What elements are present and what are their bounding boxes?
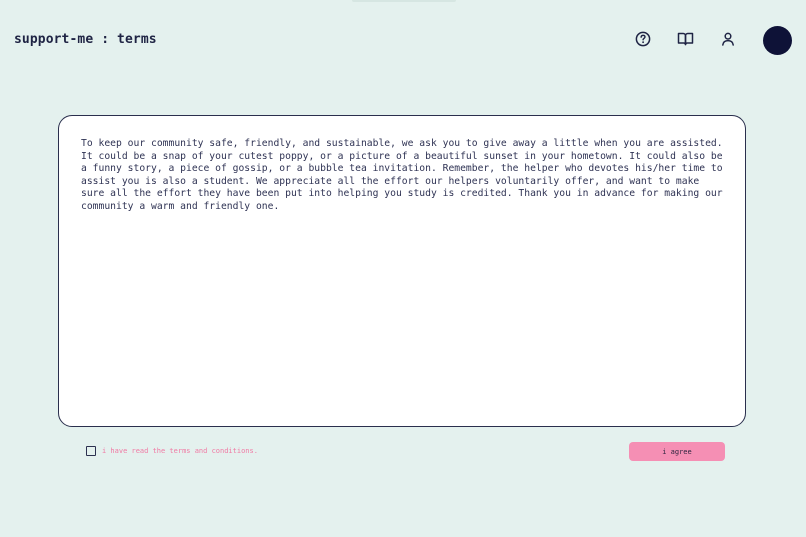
terms-checkbox[interactable] xyxy=(86,446,96,456)
docs-button[interactable] xyxy=(676,30,694,48)
help-icon xyxy=(635,31,651,47)
agree-button[interactable]: i agree xyxy=(629,442,725,461)
book-icon xyxy=(677,31,694,47)
top-edge-indicator xyxy=(352,0,456,2)
avatar[interactable] xyxy=(763,26,792,55)
terms-agreement-row: i have read the terms and conditions. xyxy=(86,446,258,456)
terms-panel: To keep our community safe, friendly, an… xyxy=(58,115,746,427)
page-title: support-me : terms xyxy=(14,32,157,47)
help-button[interactable] xyxy=(634,30,652,48)
terms-checkbox-label[interactable]: i have read the terms and conditions. xyxy=(102,447,258,455)
terms-text: To keep our community safe, friendly, an… xyxy=(81,138,723,212)
profile-button[interactable] xyxy=(719,30,737,48)
user-icon xyxy=(720,31,736,47)
